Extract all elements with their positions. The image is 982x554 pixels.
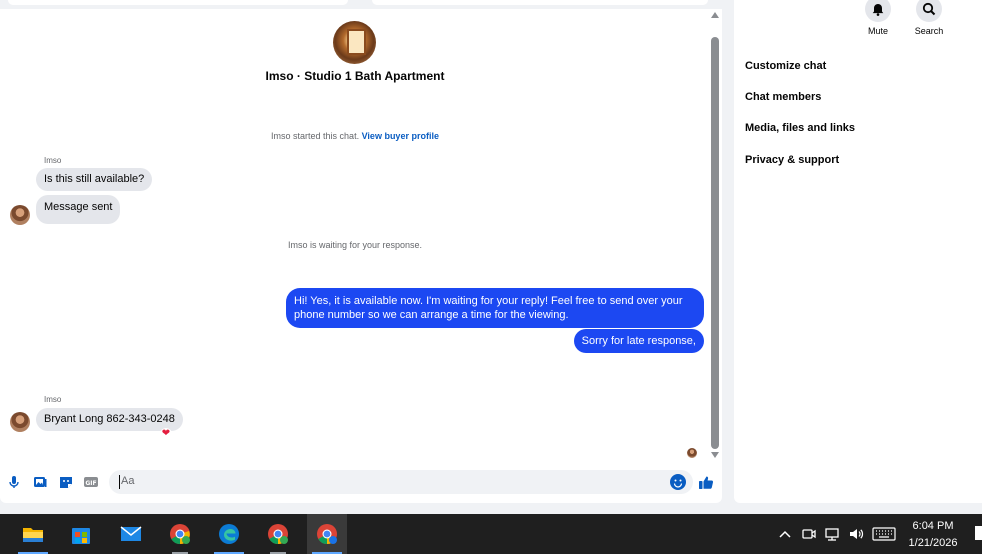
taskbar-chrome-profile-1[interactable] xyxy=(160,514,200,554)
chat-panel: Imso · Studio 1 Bath Apartment Imso star… xyxy=(0,0,722,503)
message-sender: Imso xyxy=(44,156,62,165)
sticker-icon[interactable] xyxy=(58,474,74,490)
show-hidden-icons-chevron-icon[interactable] xyxy=(777,526,793,542)
avatar[interactable] xyxy=(10,412,30,432)
message-input-placeholder: Aa xyxy=(121,475,135,487)
taskbar-mail[interactable] xyxy=(111,514,151,554)
volume-icon[interactable] xyxy=(848,526,864,542)
taskbar-microsoft-store[interactable] xyxy=(61,514,101,554)
scroll-down-arrow-icon[interactable] xyxy=(711,452,719,458)
bell-icon xyxy=(865,0,891,22)
search-icon xyxy=(916,0,942,22)
tab-strip xyxy=(0,0,722,9)
view-buyer-profile-link[interactable]: View buyer profile xyxy=(362,131,439,141)
privacy-support-item[interactable]: Privacy & support xyxy=(745,154,839,166)
chrome-icon xyxy=(268,524,288,545)
mute-button[interactable]: Mute xyxy=(860,0,896,36)
taskbar-file-explorer[interactable] xyxy=(13,514,53,554)
edge-icon xyxy=(219,524,239,544)
chat-title: Imso · Studio 1 Bath Apartment xyxy=(265,69,445,83)
chat-started-text: Imso started this chat. xyxy=(271,131,360,141)
network-icon[interactable] xyxy=(824,526,840,542)
customize-chat-item[interactable]: Customize chat xyxy=(745,60,826,72)
incoming-message[interactable]: Bryant Long 862-343-0248 xyxy=(36,408,183,431)
microphone-icon[interactable] xyxy=(6,474,22,490)
store-icon xyxy=(72,528,90,544)
mail-icon xyxy=(120,526,142,541)
svg-text:GIF: GIF xyxy=(85,480,96,487)
taskbar-chrome-profile-3[interactable] xyxy=(307,514,347,554)
message-input[interactable]: Aa xyxy=(109,470,693,494)
chat-details-panel: Mute Search Customize chat Chat members … xyxy=(734,0,982,503)
taskbar-clock[interactable]: 6:04 PM 1/21/2026 xyxy=(896,518,970,552)
seen-avatar xyxy=(687,448,697,458)
clock-date: 1/21/2026 xyxy=(908,537,958,549)
tab-strip-segment xyxy=(372,0,708,5)
scroll-thumb[interactable] xyxy=(711,37,719,449)
taskbar-chrome-profile-2[interactable] xyxy=(258,514,298,554)
incoming-message[interactable]: Is this still available? xyxy=(36,168,153,191)
chrome-icon xyxy=(317,524,337,545)
thumbs-up-icon[interactable] xyxy=(697,473,715,491)
listing-photo[interactable] xyxy=(333,21,376,64)
meet-now-icon[interactable] xyxy=(801,526,817,542)
gif-icon[interactable]: GIF xyxy=(83,474,99,490)
notification-center-button[interactable] xyxy=(975,526,982,540)
mute-label: Mute xyxy=(867,26,888,36)
search-button[interactable]: Search xyxy=(911,0,947,36)
touch-keyboard-icon[interactable] xyxy=(872,526,896,542)
photo-icon[interactable] xyxy=(32,474,48,490)
scroll-up-arrow-icon[interactable] xyxy=(711,12,719,18)
incoming-message[interactable]: Message sent xyxy=(36,195,121,224)
clock-time: 6:04 PM xyxy=(912,520,954,532)
windows-taskbar: 6:04 PM 1/21/2026 xyxy=(0,514,982,554)
outgoing-message[interactable]: Sorry for late response, xyxy=(573,329,704,353)
avatar[interactable] xyxy=(10,205,30,225)
search-label: Search xyxy=(914,26,944,36)
heart-reaction-icon[interactable]: ❤ xyxy=(160,428,172,440)
chat-members-item[interactable]: Chat members xyxy=(745,91,821,103)
outgoing-message[interactable]: Hi! Yes, it is available now. I'm waitin… xyxy=(286,288,704,328)
emoji-icon[interactable] xyxy=(670,474,686,490)
media-files-links-item[interactable]: Media, files and links xyxy=(745,122,855,134)
chrome-icon xyxy=(170,524,190,545)
message-sender: Imso xyxy=(44,395,62,404)
chat-scrollbar[interactable] xyxy=(708,10,722,462)
folder-icon xyxy=(23,528,43,542)
waiting-notice: Imso is waiting for your response. xyxy=(287,240,423,250)
chat-started-notice: Imso started this chat. View buyer profi… xyxy=(150,131,560,141)
text-caret xyxy=(119,475,120,489)
taskbar-edge[interactable] xyxy=(209,514,249,554)
tab-strip-segment xyxy=(8,0,348,5)
